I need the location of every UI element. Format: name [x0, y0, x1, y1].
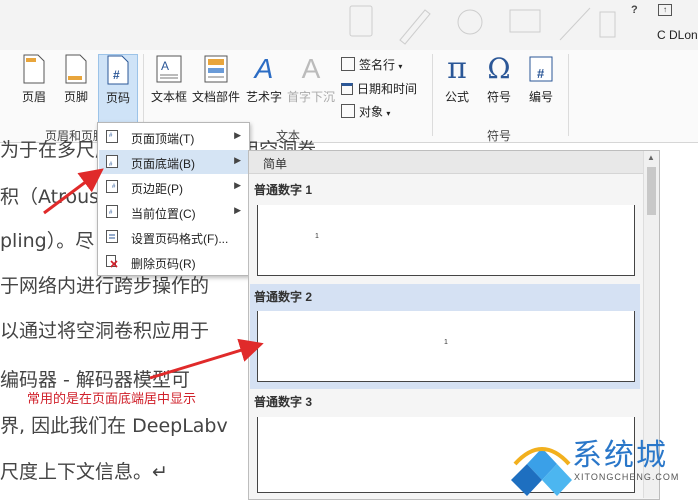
- watermark-subtext: XITONGCHENG.COM: [574, 472, 680, 482]
- watermark-text: 系统城: [572, 438, 668, 473]
- annotation-arrow-menu: [43, 168, 104, 215]
- annotation-text: 常用的是在页面底端居中显示: [27, 388, 197, 407]
- annotation-arrow-gallery: [149, 338, 264, 380]
- annotation-arrows: [43, 168, 264, 380]
